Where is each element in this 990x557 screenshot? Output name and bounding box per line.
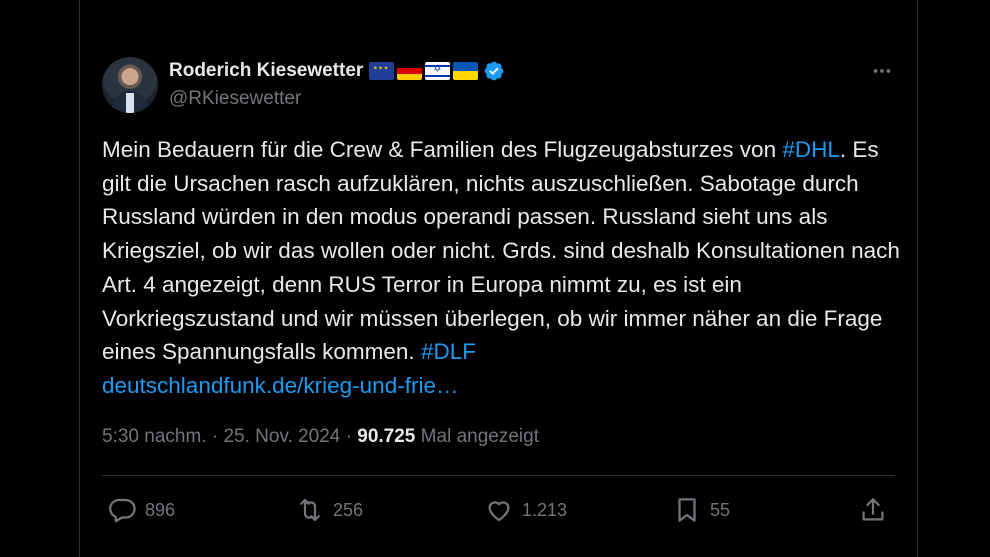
author-display-name[interactable]: Roderich Kiesewetter	[169, 60, 363, 82]
bookmark-count: 55	[710, 499, 731, 520]
reply-count: 896	[145, 499, 176, 520]
tweet-date[interactable]: 25. Nov. 2024	[223, 426, 340, 447]
avatar[interactable]	[102, 57, 158, 113]
tweet-text: Mein Bedauern für die Crew & Familien de…	[102, 133, 902, 403]
share-button[interactable]	[858, 490, 888, 530]
bookmark-button[interactable]: 55	[672, 490, 730, 530]
hashtag-dhl-link[interactable]: #DHL	[782, 137, 840, 162]
share-icon	[862, 498, 884, 521]
meta-separator: ·	[211, 426, 219, 447]
ukraine-flag-icon	[453, 62, 479, 80]
bookmark-icon	[678, 498, 696, 522]
avatar-shirt	[126, 93, 134, 113]
author-name-row: Roderich Kiesewetter	[169, 60, 505, 82]
repost-button[interactable]: 256	[295, 490, 363, 530]
israel-flag-icon	[425, 62, 451, 80]
author-handle[interactable]: @RKiesewetter	[169, 88, 301, 110]
views-label: Mal angezeigt	[420, 426, 539, 447]
tweet-actions-bar: 896 256 1.213 55	[102, 490, 895, 530]
views-count: 90.725	[357, 426, 416, 447]
tweet-text-part: . Es gilt die Ursachen rasch aufzuklären…	[102, 137, 900, 365]
more-options-icon[interactable]	[870, 60, 894, 82]
verified-badge-icon[interactable]	[483, 60, 505, 82]
heart-icon	[488, 501, 510, 522]
germany-flag-icon	[397, 62, 423, 80]
tweet-text-part: Mein Bedauern für die Crew & Familien de…	[102, 137, 783, 162]
like-button[interactable]: 1.213	[484, 490, 567, 530]
eu-flag-icon	[369, 62, 395, 80]
divider	[102, 475, 895, 476]
tweet-time[interactable]: 5:30 nachm.	[102, 426, 207, 447]
external-url-link[interactable]: deutschlandfunk.de/krieg-und-frie…	[102, 373, 458, 398]
hashtag-dlf-link[interactable]: #DLF	[421, 339, 476, 364]
reply-button[interactable]: 896	[107, 490, 175, 530]
tweet-metadata: 5:30 nachm. · 25. Nov. 2024 · 90.725 Mal…	[102, 426, 539, 448]
meta-separator: ·	[345, 426, 352, 447]
reply-icon	[109, 498, 136, 523]
like-count: 1.213	[522, 499, 568, 520]
repost-count: 256	[333, 499, 364, 520]
repost-icon	[300, 498, 320, 522]
